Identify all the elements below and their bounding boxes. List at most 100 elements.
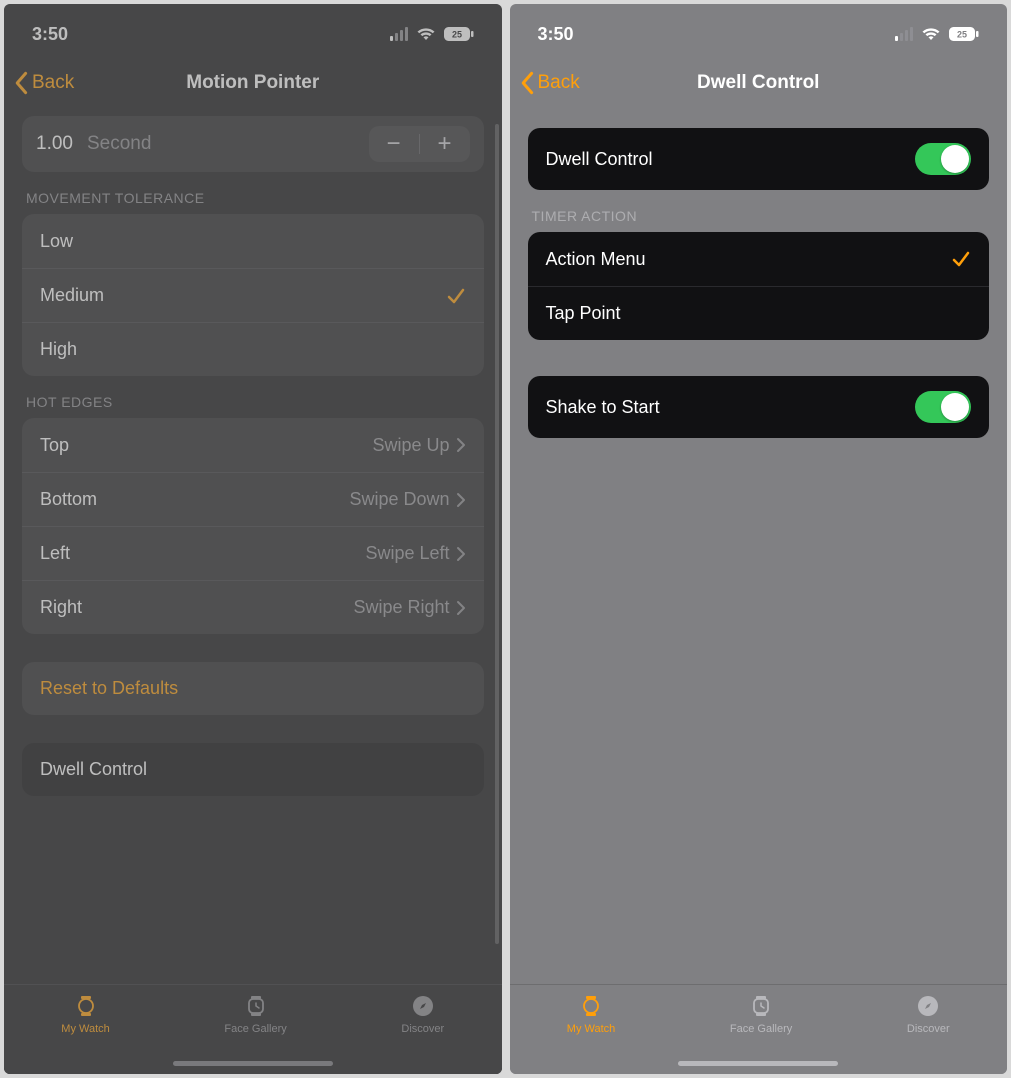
watch-icon bbox=[578, 993, 604, 1019]
row-label: Dwell Control bbox=[40, 759, 147, 780]
watch-face-icon bbox=[748, 993, 774, 1019]
home-indicator[interactable] bbox=[678, 1061, 838, 1066]
tab-label: Face Gallery bbox=[730, 1023, 792, 1035]
hot-edge-right[interactable]: Right Swipe Right bbox=[22, 580, 484, 634]
row-label: Left bbox=[40, 543, 365, 564]
chevron-right-icon bbox=[456, 546, 466, 562]
movement-tolerance-header: MOVEMENT TOLERANCE bbox=[22, 172, 484, 214]
home-indicator[interactable] bbox=[173, 1061, 333, 1066]
compass-icon bbox=[915, 993, 941, 1019]
timer-action-menu[interactable]: Action Menu bbox=[528, 232, 990, 286]
duration-stepper: − + bbox=[369, 126, 470, 162]
row-label: Shake to Start bbox=[546, 397, 916, 418]
dwell-control-link[interactable]: Dwell Control bbox=[22, 743, 484, 796]
row-label: Top bbox=[40, 435, 372, 456]
option-label: Tap Point bbox=[546, 303, 972, 324]
content: Dwell Control TIMER ACTION Action Menu T… bbox=[510, 110, 1008, 984]
row-label: Dwell Control bbox=[546, 149, 916, 170]
tab-discover[interactable]: Discover bbox=[401, 993, 444, 1035]
chevron-right-icon bbox=[456, 437, 466, 453]
row-label: Right bbox=[40, 597, 353, 618]
shake-to-start-group: Shake to Start bbox=[528, 376, 990, 438]
option-label: Action Menu bbox=[546, 249, 952, 270]
status-time: 3:50 bbox=[538, 24, 574, 45]
status-right: 25 bbox=[895, 27, 979, 41]
hot-edges-header: HOT EDGES bbox=[22, 376, 484, 418]
row-value: Swipe Right bbox=[353, 597, 449, 618]
movement-option-low[interactable]: Low bbox=[22, 214, 484, 268]
reset-label: Reset to Defaults bbox=[40, 678, 178, 698]
tab-discover[interactable]: Discover bbox=[907, 993, 950, 1035]
page-title: Dwell Control bbox=[510, 72, 1008, 94]
wifi-icon bbox=[416, 27, 436, 41]
dwell-control-toggle-group: Dwell Control bbox=[528, 128, 990, 190]
hot-edges-group: Top Swipe Up Bottom Swipe Down Left Swip… bbox=[22, 418, 484, 634]
tab-my-watch[interactable]: My Watch bbox=[61, 993, 110, 1035]
watch-icon bbox=[73, 993, 99, 1019]
option-label: Low bbox=[40, 231, 466, 252]
movement-option-medium[interactable]: Medium bbox=[22, 268, 484, 322]
back-button[interactable]: Back bbox=[520, 71, 580, 95]
screen-motion-pointer: 3:50 25 Back Motion Pointer 1.00 Second … bbox=[4, 4, 502, 1074]
content: 1.00 Second − + MOVEMENT TOLERANCE Low M… bbox=[4, 110, 502, 984]
duration-value: 1.00 bbox=[36, 133, 73, 155]
row-value: Swipe Left bbox=[365, 543, 449, 564]
back-label: Back bbox=[32, 72, 74, 94]
scroll-indicator[interactable] bbox=[495, 124, 499, 944]
tab-face-gallery[interactable]: Face Gallery bbox=[224, 993, 286, 1035]
timer-action-header: TIMER ACTION bbox=[528, 190, 990, 232]
nav-bar: Back Motion Pointer bbox=[4, 56, 502, 110]
duration-stepper-row: 1.00 Second − + bbox=[22, 116, 484, 172]
back-label: Back bbox=[538, 72, 580, 94]
stepper-increment[interactable]: + bbox=[420, 126, 470, 162]
checkmark-icon bbox=[951, 249, 971, 269]
tab-label: My Watch bbox=[61, 1023, 110, 1035]
screen-dwell-control: 3:50 25 Back Dwell Control Dwell Control bbox=[510, 4, 1008, 1074]
stepper-decrement[interactable]: − bbox=[369, 126, 419, 162]
shake-to-start-toggle[interactable] bbox=[915, 391, 971, 423]
row-value: Swipe Down bbox=[349, 489, 449, 510]
svg-text:25: 25 bbox=[451, 30, 461, 40]
dwell-control-toggle[interactable] bbox=[915, 143, 971, 175]
chevron-left-icon bbox=[14, 71, 30, 95]
watch-face-icon bbox=[243, 993, 269, 1019]
cellular-icon bbox=[895, 27, 913, 41]
compass-icon bbox=[410, 993, 436, 1019]
tab-label: Face Gallery bbox=[224, 1023, 286, 1035]
option-label: Medium bbox=[40, 285, 446, 306]
chevron-right-icon bbox=[456, 600, 466, 616]
cellular-icon bbox=[390, 27, 408, 41]
row-label: Bottom bbox=[40, 489, 349, 510]
tab-label: Discover bbox=[907, 1023, 950, 1035]
page-title: Motion Pointer bbox=[4, 72, 502, 94]
back-button[interactable]: Back bbox=[14, 71, 74, 95]
battery-icon: 25 bbox=[444, 27, 474, 41]
checkmark-icon bbox=[446, 286, 466, 306]
status-bar: 3:50 25 bbox=[510, 4, 1008, 56]
nav-bar: Back Dwell Control bbox=[510, 56, 1008, 110]
svg-text:25: 25 bbox=[957, 30, 967, 40]
status-time: 3:50 bbox=[32, 24, 68, 45]
option-label: High bbox=[40, 339, 466, 360]
hot-edge-top[interactable]: Top Swipe Up bbox=[22, 418, 484, 472]
chevron-right-icon bbox=[456, 492, 466, 508]
timer-action-group: Action Menu Tap Point bbox=[528, 232, 990, 340]
movement-option-high[interactable]: High bbox=[22, 322, 484, 376]
battery-icon: 25 bbox=[949, 27, 979, 41]
shake-to-start-row: Shake to Start bbox=[528, 376, 990, 438]
tab-face-gallery[interactable]: Face Gallery bbox=[730, 993, 792, 1035]
tab-my-watch[interactable]: My Watch bbox=[567, 993, 616, 1035]
timer-tap-point[interactable]: Tap Point bbox=[528, 286, 990, 340]
row-value: Swipe Up bbox=[372, 435, 449, 456]
status-bar: 3:50 25 bbox=[4, 4, 502, 56]
status-right: 25 bbox=[390, 27, 474, 41]
dwell-control-toggle-row: Dwell Control bbox=[528, 128, 990, 190]
chevron-left-icon bbox=[520, 71, 536, 95]
hot-edge-bottom[interactable]: Bottom Swipe Down bbox=[22, 472, 484, 526]
wifi-icon bbox=[921, 27, 941, 41]
reset-to-defaults-button[interactable]: Reset to Defaults bbox=[22, 662, 484, 715]
hot-edge-left[interactable]: Left Swipe Left bbox=[22, 526, 484, 580]
duration-unit: Second bbox=[87, 133, 369, 155]
movement-tolerance-group: Low Medium High bbox=[22, 214, 484, 376]
tab-label: My Watch bbox=[567, 1023, 616, 1035]
